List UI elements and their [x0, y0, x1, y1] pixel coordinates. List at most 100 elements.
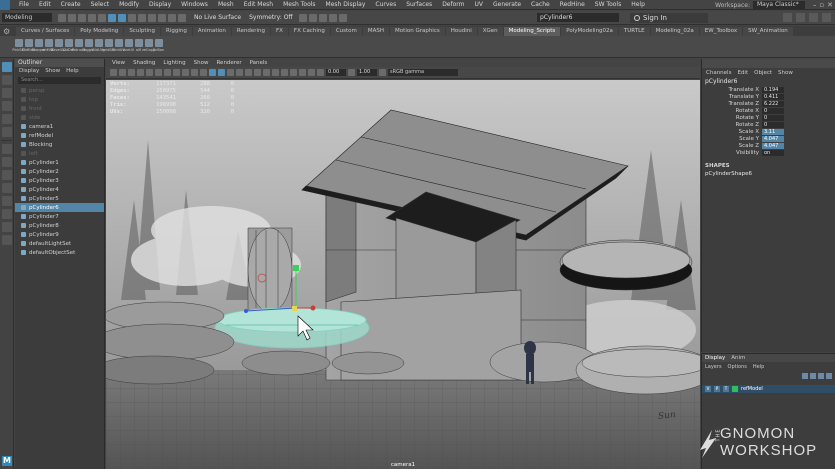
menu-mesh-display[interactable]: Mesh Display: [321, 1, 371, 8]
tab-animation[interactable]: Animation: [192, 27, 231, 36]
move-layer-up-icon[interactable]: [802, 373, 808, 379]
attr-name[interactable]: Scale Y: [702, 136, 762, 142]
outliner-menu-display[interactable]: Display: [19, 68, 39, 74]
menu-mesh-tools[interactable]: Mesh Tools: [278, 1, 320, 8]
shelf-button-gridsm[interactable]: gridSM: [102, 38, 115, 55]
outliner-menu-show[interactable]: Show: [45, 68, 60, 74]
menu-surfaces[interactable]: Surfaces: [401, 1, 437, 8]
menu-windows[interactable]: Windows: [176, 1, 213, 8]
layer-row[interactable]: V P T refModel: [702, 385, 835, 393]
viewport-menu-show[interactable]: Show: [194, 60, 209, 66]
side-by-side-layout-icon[interactable]: [2, 170, 12, 180]
render-frame-icon[interactable]: [308, 13, 317, 22]
shelf-button-latdef[interactable]: LatDef: [63, 38, 74, 55]
sign-in-button[interactable]: Sign In: [630, 13, 708, 23]
tab-rigging[interactable]: Rigging: [161, 27, 192, 36]
selected-cylinder[interactable]: [214, 307, 370, 349]
outliner-item-side[interactable]: side: [15, 113, 104, 122]
outliner-item-refmodel[interactable]: refModel: [15, 131, 104, 140]
viewport[interactable]: Verts: 117371 288 0 Edges: 250975 544 0 Faces: 14…: [106, 80, 700, 469]
channel-menu-object[interactable]: Object: [754, 70, 772, 76]
gear-icon[interactable]: ⚙: [3, 27, 12, 36]
attr-name[interactable]: Scale X: [702, 129, 762, 135]
attr-name[interactable]: Translate Z: [702, 101, 762, 107]
four-view-layout-icon[interactable]: [2, 157, 12, 167]
menu-modify[interactable]: Modify: [114, 1, 144, 8]
tab-custom[interactable]: Custom: [330, 27, 362, 36]
snap-grid-icon[interactable]: [138, 13, 146, 22]
tab-rendering[interactable]: Rendering: [231, 27, 270, 36]
maya-menu-icon[interactable]: [0, 0, 10, 10]
viewport-menu-panels[interactable]: Panels: [250, 60, 268, 66]
attr-value-field[interactable]: 4.047: [762, 135, 784, 142]
symmetry-status[interactable]: Symmetry: Off: [249, 14, 292, 21]
shadows-icon[interactable]: [245, 69, 252, 76]
move-layer-down-icon[interactable]: [810, 373, 816, 379]
channel-box-object-name[interactable]: pCylinder6: [702, 77, 835, 86]
outliner-item-pcylinder5[interactable]: pCylinder5: [15, 194, 104, 203]
maximize-icon[interactable]: ▫: [819, 1, 824, 9]
tab-turtle[interactable]: TURTLE: [618, 27, 650, 36]
single-layout-icon[interactable]: [2, 144, 12, 154]
camera-select-icon[interactable]: [110, 69, 117, 76]
lasso-tool-icon[interactable]: [2, 75, 12, 85]
menu-file[interactable]: File: [14, 1, 34, 8]
attr-name[interactable]: Scale Z: [702, 143, 762, 149]
motion-blur-icon[interactable]: [263, 69, 270, 76]
menu-select[interactable]: Select: [86, 1, 115, 8]
textured-icon[interactable]: [227, 69, 234, 76]
channel-menu-show[interactable]: Show: [778, 70, 793, 76]
minimize-icon[interactable]: –: [813, 1, 817, 9]
attr-value-field[interactable]: 4.047: [762, 142, 784, 149]
attr-value-field[interactable]: on: [762, 149, 784, 156]
script-layout-icon[interactable]: [2, 235, 12, 245]
snap-curve-icon[interactable]: [148, 13, 156, 22]
tab-polymodeling02a[interactable]: PolyModeling02a: [561, 27, 618, 36]
workspace-dropdown[interactable]: Maya Classic*: [753, 1, 805, 9]
shelf-button-snbon[interactable]: SnBon: [153, 38, 164, 55]
film-gate-icon[interactable]: [155, 69, 162, 76]
new-layer-selected-icon[interactable]: [826, 373, 832, 379]
save-scene-icon[interactable]: [78, 13, 86, 22]
menu-curves[interactable]: Curves: [370, 1, 401, 8]
resolution-gate-icon[interactable]: [164, 69, 171, 76]
attr-name[interactable]: Rotate Y: [702, 115, 762, 121]
modeling-toolkit-icon[interactable]: [783, 13, 792, 22]
gate-mask-icon[interactable]: [173, 69, 180, 76]
gamma-field[interactable]: 1.00: [357, 69, 377, 76]
viewport-menu-shading[interactable]: Shading: [133, 60, 155, 66]
scale-tool-icon[interactable]: [2, 127, 12, 137]
graph-layout-icon[interactable]: [2, 196, 12, 206]
outliner-item-pcylinder6[interactable]: pCylinder6: [15, 203, 104, 212]
viewport-menu-lighting[interactable]: Lighting: [163, 60, 185, 66]
menu-options[interactable]: Options: [728, 364, 747, 370]
outliner-item-camera1[interactable]: camera1: [15, 122, 104, 131]
safe-title-icon[interactable]: [200, 69, 207, 76]
layer-color-swatch[interactable]: [732, 386, 738, 392]
outliner-item-pcylinder3[interactable]: pCylinder3: [15, 176, 104, 185]
lights-icon[interactable]: [236, 69, 243, 76]
menu-cache[interactable]: Cache: [526, 1, 555, 8]
attr-name[interactable]: Translate X: [702, 87, 762, 93]
attr-name[interactable]: Rotate X: [702, 108, 762, 114]
new-layer-icon[interactable]: [818, 373, 824, 379]
outliner-item-persp[interactable]: persp: [15, 86, 104, 95]
shelf-button-bevelgc[interactable]: BevelGC: [51, 38, 66, 55]
menu-redhine[interactable]: RedHine: [555, 1, 590, 8]
tab-modeling-scripts[interactable]: Modeling_Scripts: [503, 27, 561, 36]
node-layout-icon[interactable]: [2, 222, 12, 232]
menu-help[interactable]: Help: [626, 1, 650, 8]
hypershade-icon[interactable]: [338, 13, 347, 22]
attr-name[interactable]: Translate Y: [702, 94, 762, 100]
outliner-item-defaultobjectset[interactable]: defaultObjectSet: [15, 248, 104, 257]
menu-create[interactable]: Create: [56, 1, 86, 8]
shelf-button-ollf[interactable]: ollf: [134, 38, 143, 55]
shelf-button-oldedit[interactable]: OldEdit: [22, 38, 35, 55]
layer-visibility-toggle[interactable]: V: [705, 386, 711, 392]
uv-layout-icon[interactable]: [2, 209, 12, 219]
tab-anim[interactable]: Anim: [731, 355, 745, 361]
menu-sw-tools[interactable]: SW Tools: [590, 1, 626, 8]
shelf-button-aveuv[interactable]: AveUV: [123, 38, 134, 55]
attr-name[interactable]: Visibility: [702, 150, 762, 156]
outliner-item-pcylinder8[interactable]: pCylinder8: [15, 221, 104, 230]
